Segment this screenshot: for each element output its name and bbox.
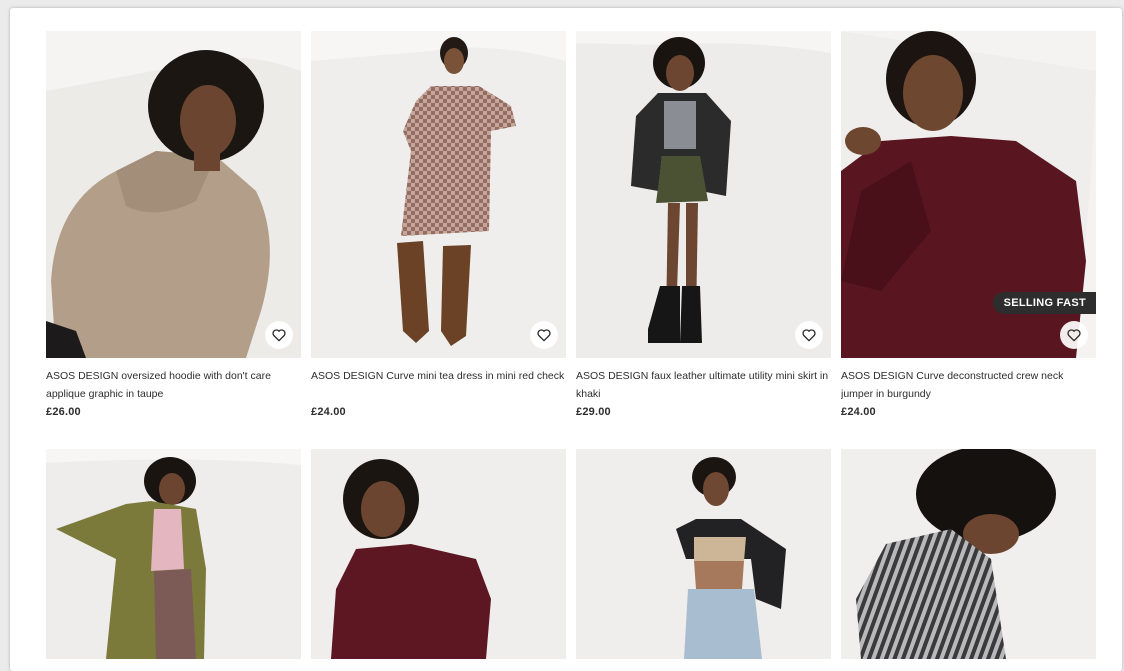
product-image[interactable] <box>46 449 301 659</box>
wishlist-button[interactable] <box>265 321 293 349</box>
heart-outline-icon <box>272 329 286 342</box>
product-image[interactable]: SELLING FAST <box>841 31 1096 358</box>
product-price: £29.00 <box>576 406 611 418</box>
product-card[interactable] <box>841 449 1096 659</box>
product-title[interactable]: ASOS DESIGN oversized hoodie with don't … <box>46 367 301 403</box>
product-card[interactable] <box>576 449 831 659</box>
product-card[interactable]: ASOS DESIGN Curve mini tea dress in mini… <box>311 31 566 449</box>
heart-outline-icon <box>537 329 551 342</box>
product-card[interactable]: ASOS DESIGN oversized hoodie with don't … <box>46 31 301 449</box>
product-title[interactable]: ASOS DESIGN faux leather ultimate utilit… <box>576 367 831 403</box>
heart-outline-icon <box>1067 329 1081 342</box>
product-card[interactable] <box>46 449 301 659</box>
product-card[interactable]: ASOS DESIGN faux leather ultimate utilit… <box>576 31 831 449</box>
product-price: £24.00 <box>841 406 876 418</box>
product-image[interactable] <box>841 449 1096 659</box>
heart-outline-icon <box>802 329 816 342</box>
product-title[interactable]: ASOS DESIGN Curve deconstructed crew nec… <box>841 367 1096 403</box>
product-card[interactable] <box>311 449 566 659</box>
product-image[interactable] <box>576 31 831 358</box>
product-price: £26.00 <box>46 406 81 418</box>
product-grid: ASOS DESIGN oversized hoodie with don't … <box>46 31 1096 659</box>
product-listing-page: ASOS DESIGN oversized hoodie with don't … <box>10 8 1122 671</box>
product-image[interactable] <box>576 449 831 659</box>
product-card[interactable]: SELLING FAST ASOS DESIGN Curve deconstru… <box>841 31 1096 449</box>
product-image[interactable] <box>311 31 566 358</box>
product-title[interactable]: ASOS DESIGN Curve mini tea dress in mini… <box>311 367 566 403</box>
selling-fast-badge: SELLING FAST <box>992 292 1096 314</box>
product-price: £24.00 <box>311 406 346 418</box>
wishlist-button[interactable] <box>530 321 558 349</box>
product-image[interactable] <box>46 31 301 358</box>
wishlist-button[interactable] <box>1060 321 1088 349</box>
wishlist-button[interactable] <box>795 321 823 349</box>
product-image[interactable] <box>311 449 566 659</box>
